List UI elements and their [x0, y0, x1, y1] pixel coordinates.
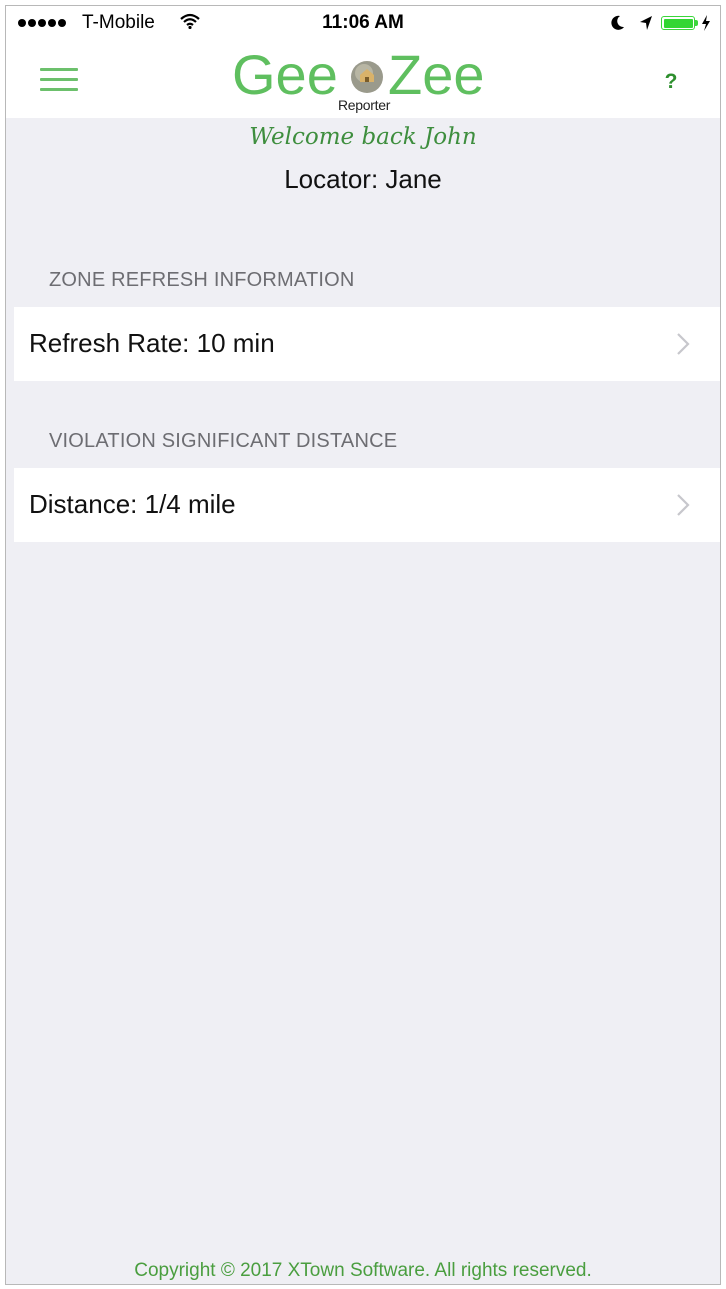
battery-level-fill	[663, 18, 693, 28]
app-logo: Gee Zee Reporter	[228, 42, 508, 116]
app-screen: T-Mobile 11:06 AM Gee Zee Reporter ? Wel…	[5, 5, 721, 1285]
welcome-message: Welcome back John	[249, 124, 477, 150]
help-button[interactable]: ?	[656, 70, 686, 100]
distance-cell[interactable]: Distance: 1/4 mile	[14, 468, 720, 542]
battery-tip	[695, 20, 698, 26]
refresh-rate-cell[interactable]: Refresh Rate: 10 min	[14, 307, 720, 381]
menu-icon[interactable]	[36, 62, 80, 96]
distance-label: Distance: 1/4 mile	[29, 489, 236, 519]
copyright-footer: Copyright © 2017 XTown Software. All rig…	[134, 1260, 592, 1281]
zone-refresh-section-header: ZONE REFRESH INFORMATION	[49, 269, 355, 291]
logo-text-right: Zee	[388, 43, 485, 106]
violation-distance-section-header: VIOLATION SIGNIFICANT DISTANCE	[49, 430, 398, 452]
logo-house-globe-icon	[350, 60, 384, 99]
battery-icon	[661, 16, 695, 30]
location-arrow-icon	[639, 15, 653, 36]
chevron-right-icon	[676, 332, 690, 361]
logo-subtitle: Reporter	[338, 97, 391, 113]
top-bar: T-Mobile 11:06 AM Gee Zee Reporter ?	[6, 6, 720, 118]
do-not-disturb-icon	[611, 15, 625, 36]
locator-name: Locator: Jane	[284, 164, 442, 194]
logo-text-left: Gee	[232, 43, 338, 106]
navigation-bar: Gee Zee Reporter ?	[6, 40, 720, 118]
status-bar: T-Mobile 11:06 AM	[6, 6, 720, 40]
charging-bolt-icon	[701, 14, 711, 37]
refresh-rate-label: Refresh Rate: 10 min	[29, 328, 275, 358]
chevron-right-icon	[676, 493, 690, 522]
